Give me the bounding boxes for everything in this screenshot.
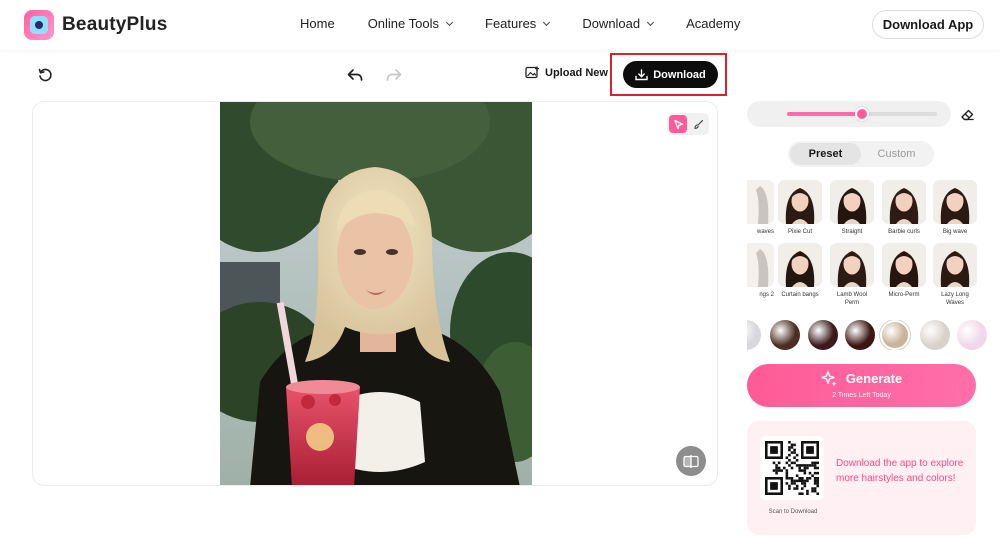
brand-logo[interactable]: BeautyPlus [24, 10, 167, 40]
hairstyle-thumbnail [830, 243, 874, 287]
hair-color-swatch[interactable] [808, 320, 838, 350]
beautyplus-logo-icon [24, 10, 54, 40]
hairstyle-option[interactable]: ngs 2 [747, 243, 774, 300]
hairstyle-thumbnail [882, 243, 926, 287]
nav-online-tools[interactable]: Online Tools [367, 16, 454, 31]
hairstyle-thumbnail [747, 243, 774, 287]
hairstyle-thumbnail [933, 243, 977, 287]
slider-track[interactable] [787, 107, 937, 121]
hairstyle-option[interactable]: Lamb Wool Perm [830, 243, 874, 307]
hairstyle-label: Straight [841, 229, 863, 235]
hairstyle-option[interactable]: waves [747, 180, 774, 237]
top-navigation: BeautyPlus Home Online Tools Features Do… [0, 0, 1000, 50]
upload-new-label: Upload New [545, 66, 608, 79]
hairstyle-option[interactable]: Curtain bangs [778, 243, 822, 300]
tab-preset[interactable]: Preset [790, 143, 861, 165]
portrait-photo [220, 102, 532, 485]
eraser-icon[interactable] [959, 106, 975, 122]
brand-name: BeautyPlus [62, 14, 168, 35]
hairstyle-label: Pixie Cut [787, 229, 812, 235]
upload-new-button[interactable]: Upload New [525, 66, 608, 79]
hairstyle-option[interactable]: Pixie Cut [778, 180, 822, 237]
hairstyle-thumbnail [778, 243, 822, 287]
app-promo-card: Scan to Download Download the app to exp… [747, 421, 976, 535]
hairstyle-option[interactable]: Barbie curls [882, 180, 926, 237]
nav-features[interactable]: Features [485, 16, 551, 31]
hair-color-swatch[interactable] [957, 320, 987, 350]
hairstyle-grid: waves Pixie Cut Straight Barbie curls Big wa… [747, 180, 1000, 310]
sparkle-icon [821, 370, 837, 387]
download-label: Download [653, 68, 706, 81]
chevron-down-icon [647, 18, 655, 26]
nav-home[interactable]: Home [300, 16, 335, 31]
brush-size-slider [747, 101, 951, 127]
image-canvas [32, 101, 718, 486]
upload-image-icon [525, 66, 539, 79]
reset-icon[interactable] [36, 66, 54, 84]
nav-download-label: Download [582, 16, 641, 31]
hairstyle-label: ngs 2 [759, 292, 774, 298]
qr-code[interactable] [760, 436, 824, 500]
download-button[interactable]: Download [623, 61, 718, 88]
hairstyle-option[interactable]: Micro-Perm [882, 243, 926, 300]
tab-custom[interactable]: Custom [861, 143, 932, 165]
hair-color-swatch[interactable] [747, 320, 761, 350]
hair-color-swatch[interactable] [920, 320, 950, 350]
hairstyle-option[interactable]: Big wave [933, 180, 977, 237]
nav-academy-label: Academy [686, 16, 741, 31]
nav-download[interactable]: Download [582, 16, 655, 31]
chevron-down-icon [543, 18, 551, 26]
hairstyle-thumbnail [778, 180, 822, 224]
hairstyle-label: Lazy Long Waves [941, 292, 969, 306]
hairstyle-thumbnail [747, 180, 774, 224]
generate-remaining: 2 Times Left Today [832, 392, 891, 399]
hairstyle-label: Lamb Wool Perm [836, 292, 868, 306]
hairstyle-thumbnail [933, 180, 977, 224]
nav-academy[interactable]: Academy [686, 16, 740, 31]
qr-caption: Scan to Download [768, 509, 818, 515]
hairstyle-label: Micro-Perm [888, 292, 920, 298]
hairstyle-label: Barbie curls [888, 229, 920, 235]
promo-text: Download the app to explore more hairsty… [836, 458, 964, 484]
hairstyle-option[interactable]: Lazy Long Waves [933, 243, 977, 307]
hair-color-swatch[interactable] [845, 320, 875, 350]
hairstyle-label: Curtain bangs [781, 292, 819, 298]
hairstyle-label: Big wave [942, 229, 968, 235]
redo-icon[interactable] [384, 66, 404, 84]
download-icon [635, 68, 648, 80]
generate-label: Generate [845, 371, 903, 386]
slider-thumb[interactable] [855, 107, 869, 121]
hair-color-swatch[interactable] [770, 320, 800, 350]
generate-button[interactable]: Generate 2 Times Left Today [747, 364, 976, 407]
hairstyle-option[interactable]: Straight [830, 180, 874, 237]
nav-online-tools-label: Online Tools [367, 16, 439, 31]
select-mode-icon[interactable] [669, 115, 687, 133]
hairstyle-label: waves [756, 229, 774, 235]
hairstyle-thumbnail [882, 180, 926, 224]
slider-fill [787, 112, 862, 116]
hair-color-swatches [747, 320, 1000, 350]
nav-features-label: Features [485, 16, 537, 31]
select-brush-toggle [667, 113, 709, 135]
nav-links: Home Online Tools Features Download Acad… [300, 16, 773, 31]
nav-home-label: Home [300, 16, 335, 31]
chevron-down-icon [445, 18, 454, 26]
compare-icon[interactable] [676, 446, 706, 476]
undo-icon[interactable] [345, 66, 365, 84]
hairstyle-thumbnail [830, 180, 874, 224]
preset-custom-tabs: Preset Custom [788, 141, 934, 167]
hair-color-swatch[interactable] [882, 322, 908, 348]
brush-mode-icon[interactable] [689, 115, 707, 133]
download-app-button[interactable]: Download App [872, 10, 984, 39]
